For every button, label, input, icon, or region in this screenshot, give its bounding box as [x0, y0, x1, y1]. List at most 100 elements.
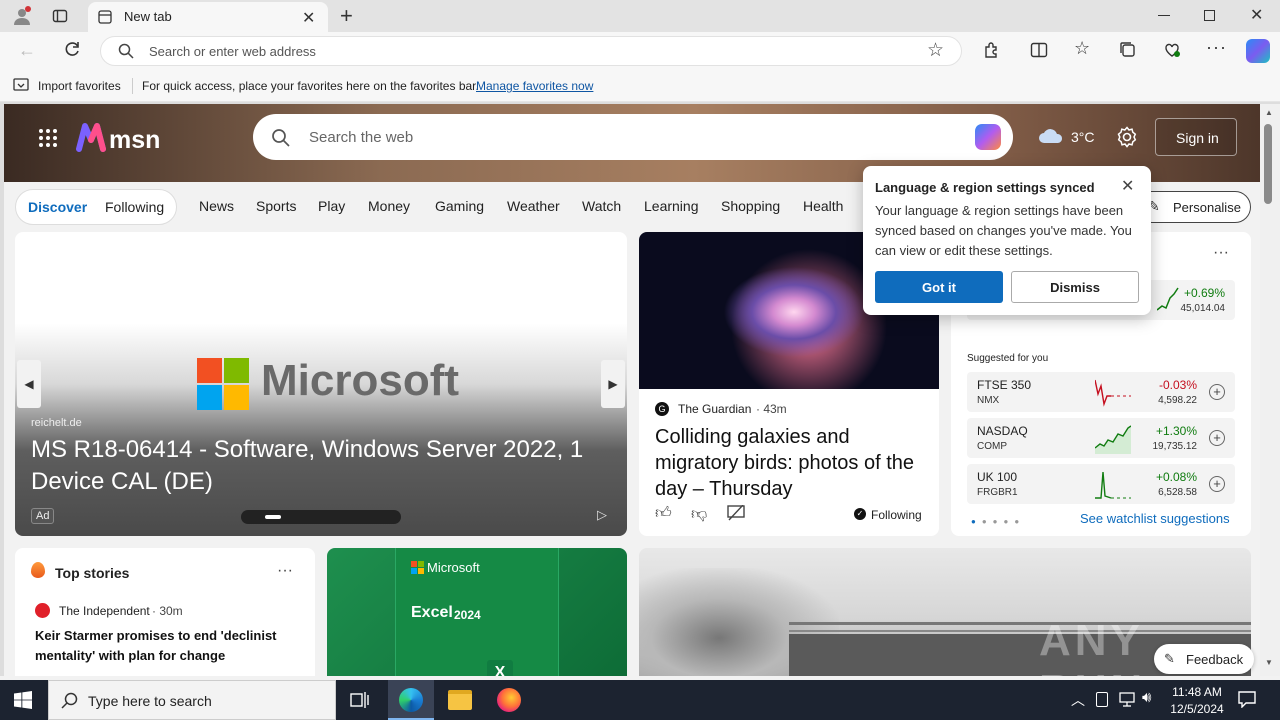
top-stories-more-icon[interactable]: ··· [277, 562, 293, 580]
news-following[interactable]: Following [871, 508, 922, 522]
minimize-icon[interactable] [1158, 15, 1170, 16]
story-headline[interactable]: Keir Starmer promises to end 'declinist … [35, 626, 305, 666]
popup-body: Your language & region settings have bee… [875, 203, 1132, 258]
sign-in-button[interactable]: Sign in [1155, 118, 1237, 156]
apps-grid-icon[interactable] [38, 128, 58, 153]
nav-learning[interactable]: Learning [644, 198, 699, 214]
copilot-icon[interactable] [1246, 39, 1270, 63]
nav-health[interactable]: Health [803, 198, 843, 214]
msn-search-box[interactable]: Search the web [253, 114, 1013, 160]
tray-device-icon[interactable] [1096, 692, 1108, 707]
ad-headline[interactable]: MS R18-06414 - Software, Windows Server … [31, 434, 601, 498]
add-to-watchlist-icon[interactable]: + [1209, 384, 1225, 400]
collections-icon[interactable] [1119, 41, 1137, 64]
feedback-button[interactable]: ✎ Feedback [1154, 644, 1254, 674]
msn-logo-text[interactable]: msn [109, 126, 160, 155]
carousel-prev-button[interactable]: ◀ [17, 360, 41, 408]
manage-favorites-link[interactable]: Manage favorites now [476, 79, 593, 93]
got-it-button[interactable]: Got it [875, 271, 1003, 303]
nav-news[interactable]: News [199, 198, 234, 214]
stocks-pager-dots[interactable]: ●●●●● [971, 517, 1025, 526]
network-icon[interactable] [1119, 692, 1135, 712]
new-tab-icon[interactable]: + [340, 3, 353, 29]
taskbar-date[interactable]: 12/5/2024 [1166, 702, 1228, 716]
like-icon[interactable]: 👍︎ [655, 504, 672, 523]
dismiss-button[interactable]: Dismiss [1011, 271, 1139, 303]
weather-cloud-icon[interactable] [1038, 126, 1064, 149]
file-explorer-icon[interactable] [448, 690, 472, 710]
add-to-watchlist-icon[interactable]: + [1209, 476, 1225, 492]
tab-new-tab[interactable]: New tab ✕ [88, 2, 328, 32]
windows-taskbar: Type here to search ︿ 🔊︎ 11:48 AM 12/5/2… [0, 680, 1280, 720]
tab-actions-icon[interactable] [50, 6, 70, 26]
personalise-button[interactable]: ✎ Personalise [1136, 191, 1251, 223]
volume-icon[interactable]: 🔊︎ [1142, 689, 1151, 706]
stock-sparkline [1095, 379, 1131, 407]
popup-close-icon[interactable]: ✕ [1121, 176, 1134, 196]
notifications-icon[interactable] [1238, 690, 1256, 713]
stocks-more-icon[interactable]: ··· [1213, 244, 1229, 262]
ad-choices-icon[interactable]: ▷ [597, 507, 607, 523]
nav-shopping[interactable]: Shopping [721, 198, 780, 214]
restore-icon[interactable] [1204, 10, 1215, 21]
stock-row[interactable]: NASDAQ COMP +1.30% 19,735.12 + [967, 418, 1235, 458]
copilot-search-icon[interactable] [975, 124, 1001, 150]
page-scrollbar[interactable]: ▲ ▼ [1260, 104, 1280, 676]
close-window-icon[interactable]: ✕ [1250, 5, 1263, 25]
address-bar[interactable]: Search or enter web address ☆ [100, 36, 962, 66]
scroll-down-icon[interactable]: ▼ [1265, 658, 1273, 667]
firefox-icon[interactable] [497, 688, 521, 712]
search-icon [271, 128, 290, 152]
taskbar-time[interactable]: 11:48 AM [1170, 685, 1224, 699]
more-options-icon[interactable]: ··· [1206, 37, 1227, 58]
weather-temp[interactable]: 3°C [1071, 129, 1095, 145]
carousel-next-button[interactable]: ▶ [601, 360, 625, 408]
settings-gear-icon[interactable] [1116, 126, 1138, 153]
browser-essentials-icon[interactable] [1163, 41, 1181, 64]
feedback-label: Feedback [1186, 652, 1244, 667]
tab-following[interactable]: Following [105, 199, 164, 215]
stock-pct: +0.69% [1183, 286, 1225, 300]
ad-card[interactable]: Microsoft ◀ ▶ reichelt.de MS R18-06414 -… [15, 232, 627, 536]
stock-exchange: FRGBR1 [977, 487, 1018, 498]
msn-logo-icon[interactable] [76, 122, 106, 157]
favorites-icon[interactable]: ☆ [1074, 38, 1090, 59]
split-screen-icon[interactable] [1030, 41, 1048, 64]
guardian-logo-icon: G [655, 402, 669, 416]
refresh-icon[interactable] [62, 39, 82, 64]
nav-gaming[interactable]: Gaming [435, 198, 484, 214]
nav-watch[interactable]: Watch [582, 198, 621, 214]
stock-sparkline [1095, 425, 1131, 454]
extensions-icon[interactable] [983, 41, 1001, 64]
windows-start-icon[interactable] [14, 691, 32, 714]
suggested-label: Suggested for you [967, 353, 1049, 364]
tab-discover[interactable]: Discover [28, 199, 87, 215]
tray-chevron-icon[interactable]: ︿ [1071, 690, 1085, 710]
hide-story-icon[interactable] [727, 504, 745, 526]
nav-weather[interactable]: Weather [507, 198, 560, 214]
nav-sports[interactable]: Sports [256, 198, 296, 214]
profile-icon[interactable] [10, 4, 34, 28]
nav-money[interactable]: Money [368, 198, 410, 214]
dislike-icon[interactable]: 👎︎ [691, 505, 707, 524]
task-view-icon[interactable] [350, 691, 370, 714]
scroll-up-icon[interactable]: ▲ [1265, 108, 1273, 117]
news-headline[interactable]: Colliding galaxies and migratory birds: … [655, 424, 925, 502]
see-watchlist-link[interactable]: See watchlist suggestions [1080, 511, 1230, 526]
import-favorites-button[interactable]: Import favorites [38, 79, 121, 93]
favorites-divider [132, 78, 133, 94]
stock-row[interactable]: UK 100 FRGBR1 +0.08% 6,528.58 + [967, 464, 1235, 504]
news-source: The Guardian [678, 402, 752, 416]
back-icon[interactable]: ← [18, 40, 36, 61]
favorite-star-icon[interactable]: ☆ [927, 39, 944, 62]
scroll-thumb[interactable] [1264, 124, 1272, 204]
taskbar-edge-button[interactable] [388, 680, 434, 720]
close-tab-icon[interactable]: ✕ [302, 8, 315, 28]
edge-icon [399, 688, 423, 712]
excel-card[interactable]: Microsoft Excel 2024 X [327, 548, 627, 676]
stock-row[interactable]: FTSE 350 NMX -0.03% 4,598.22 + [967, 372, 1235, 412]
add-to-watchlist-icon[interactable]: + [1209, 430, 1225, 446]
taskbar-search-box[interactable]: Type here to search [48, 680, 336, 720]
stock-sparkline [1157, 287, 1179, 311]
nav-play[interactable]: Play [318, 198, 345, 214]
